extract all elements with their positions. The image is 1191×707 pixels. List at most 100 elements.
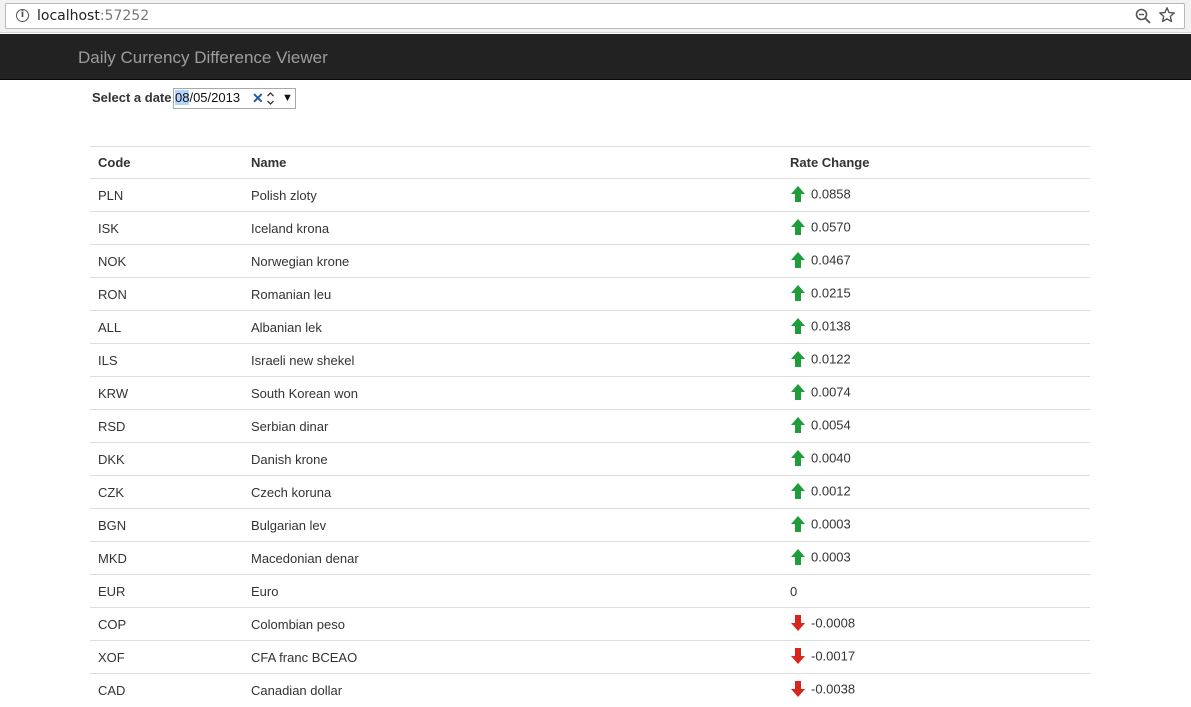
arrow-up-icon (791, 483, 805, 499)
currency-code: MKD (90, 541, 243, 575)
rate-change-value: 0.0054 (811, 417, 851, 433)
rate-change-cell: 0.0003 (782, 541, 1090, 575)
table-row: BGN Bulgarian lev 0.0003 (90, 508, 1090, 542)
table-row: CZK Czech koruna 0.0012 (90, 475, 1090, 509)
currency-code: COP (90, 607, 243, 641)
table-row: KRW South Korean won 0.0074 (90, 376, 1090, 410)
address-bar[interactable]: i localhost:57252 (5, 3, 1185, 29)
rate-change-value: 0.0003 (811, 549, 851, 565)
currency-code: PLN (90, 178, 243, 212)
bookmark-star-icon[interactable] (1158, 6, 1176, 24)
rate-change-cell: 0.0858 (782, 178, 1090, 212)
arrow-down-icon (791, 648, 805, 664)
rate-change-cell: 0.0040 (782, 442, 1090, 476)
rate-change-cell: 0.0003 (782, 508, 1090, 542)
rate-change-value: -0.0017 (811, 648, 856, 664)
currency-code: RON (90, 277, 243, 311)
currency-name: Polish zloty (243, 178, 782, 212)
rate-change-value: 0.0040 (811, 450, 851, 466)
currency-code: EUR (90, 574, 243, 608)
rate-change-value: 0.0858 (811, 186, 851, 202)
rate-change-cell: 0.0054 (782, 409, 1090, 443)
zoom-icon[interactable] (1134, 7, 1152, 25)
arrow-up-icon (791, 186, 805, 202)
currency-code: ILS (90, 343, 243, 377)
rate-change-cell: -0.0038 (782, 673, 1090, 707)
rate-change-cell: 0.0012 (782, 475, 1090, 509)
arrow-up-icon (791, 450, 805, 466)
currency-name: Czech koruna (243, 475, 782, 509)
currency-name: South Korean won (243, 376, 782, 410)
date-label: Select a date (92, 90, 172, 105)
currency-name: Israeli new shekel (243, 343, 782, 377)
table-row: NOK Norwegian krone 0.0467 (90, 244, 1090, 278)
arrow-down-icon (791, 681, 805, 698)
currency-name: Macedonian denar (243, 541, 782, 575)
table-row: MKD Macedonian denar 0.0003 (90, 541, 1090, 575)
currency-name: Serbian dinar (243, 409, 782, 443)
table-row: ISK Iceland krona 0.0570 (90, 211, 1090, 245)
navbar-brand[interactable]: Daily Currency Difference Viewer (78, 48, 328, 68)
rate-change-value: 0.0003 (811, 516, 851, 532)
currency-code: DKK (90, 442, 243, 476)
rate-change-value: 0.0074 (811, 384, 851, 400)
navbar: Daily Currency Difference Viewer (0, 34, 1191, 80)
table-row: EUR Euro 0 (90, 574, 1090, 608)
date-rest-segment[interactable]: /05/2013 (189, 90, 240, 105)
currency-code: BGN (90, 508, 243, 542)
date-month-segment[interactable]: 08 (175, 90, 190, 105)
date-input[interactable]: 08/05/2013 ✕ ▼ (173, 88, 296, 109)
table-row: PLN Polish zloty 0.0858 (90, 178, 1090, 212)
currency-code: RSD (90, 409, 243, 443)
rate-change-value: 0.0138 (811, 318, 851, 334)
header-rate-change: Rate Change (782, 146, 1090, 179)
table-row: CAD Canadian dollar -0.0038 (90, 673, 1090, 707)
rate-change-cell: 0.0570 (782, 211, 1090, 245)
arrow-up-icon (791, 417, 805, 433)
rate-change-cell: -0.0008 (782, 607, 1090, 641)
arrow-up-icon (791, 384, 805, 400)
site-info-icon[interactable]: i (16, 9, 29, 22)
currency-name: Euro (243, 574, 782, 608)
arrow-up-icon (791, 549, 805, 565)
rate-change-value: 0.0122 (811, 351, 851, 367)
date-spinner-icon[interactable] (266, 90, 275, 107)
currency-name: Bulgarian lev (243, 508, 782, 542)
currency-name: CFA franc BCEAO (243, 640, 782, 674)
rate-change-cell: 0.0138 (782, 310, 1090, 344)
arrow-up-icon (791, 252, 805, 268)
table-row: ILS Israeli new shekel 0.0122 (90, 343, 1090, 377)
currency-code: KRW (90, 376, 243, 410)
rate-change-value: 0.0570 (811, 219, 851, 235)
url-host: localhost (37, 8, 100, 24)
table-row: RSD Serbian dinar 0.0054 (90, 409, 1090, 443)
currency-code: ISK (90, 211, 243, 245)
currency-name: Iceland krona (243, 211, 782, 245)
rate-change-value: 0.0012 (811, 483, 851, 499)
currency-code: XOF (90, 640, 243, 674)
currency-name: Colombian peso (243, 607, 782, 641)
date-dropdown-icon[interactable]: ▼ (282, 90, 293, 107)
rate-change-value: -0.0038 (811, 681, 856, 697)
currency-name: Danish krone (243, 442, 782, 476)
rates-table: Code Name Rate Change PLN Polish zloty 0.0… (90, 146, 1090, 707)
arrow-up-icon (791, 318, 805, 334)
rate-change-cell: 0.0215 (782, 277, 1090, 311)
date-value[interactable]: 08/05/2013 (175, 90, 240, 105)
url-port: :57252 (99, 8, 150, 24)
table-row: COP Colombian peso -0.0008 (90, 607, 1090, 641)
rate-change-value: 0.0467 (811, 252, 851, 268)
rates-table-body: PLN Polish zloty 0.0858 ISK Iceland krona 0.0… (90, 178, 1090, 707)
rate-change-cell: 0.0122 (782, 343, 1090, 377)
rate-change-cell: 0 (782, 574, 1090, 608)
arrow-up-icon (791, 285, 805, 301)
rate-change-value: 0 (790, 583, 798, 599)
clear-date-icon[interactable]: ✕ (252, 90, 264, 107)
rate-change-cell: 0.0074 (782, 376, 1090, 410)
currency-name: Canadian dollar (243, 673, 782, 707)
url-text: localhost:57252 (37, 8, 149, 24)
header-code: Code (90, 146, 243, 179)
table-row: XOF CFA franc BCEAO -0.0017 (90, 640, 1090, 674)
arrow-down-icon (791, 615, 805, 631)
currency-name: Albanian lek (243, 310, 782, 344)
